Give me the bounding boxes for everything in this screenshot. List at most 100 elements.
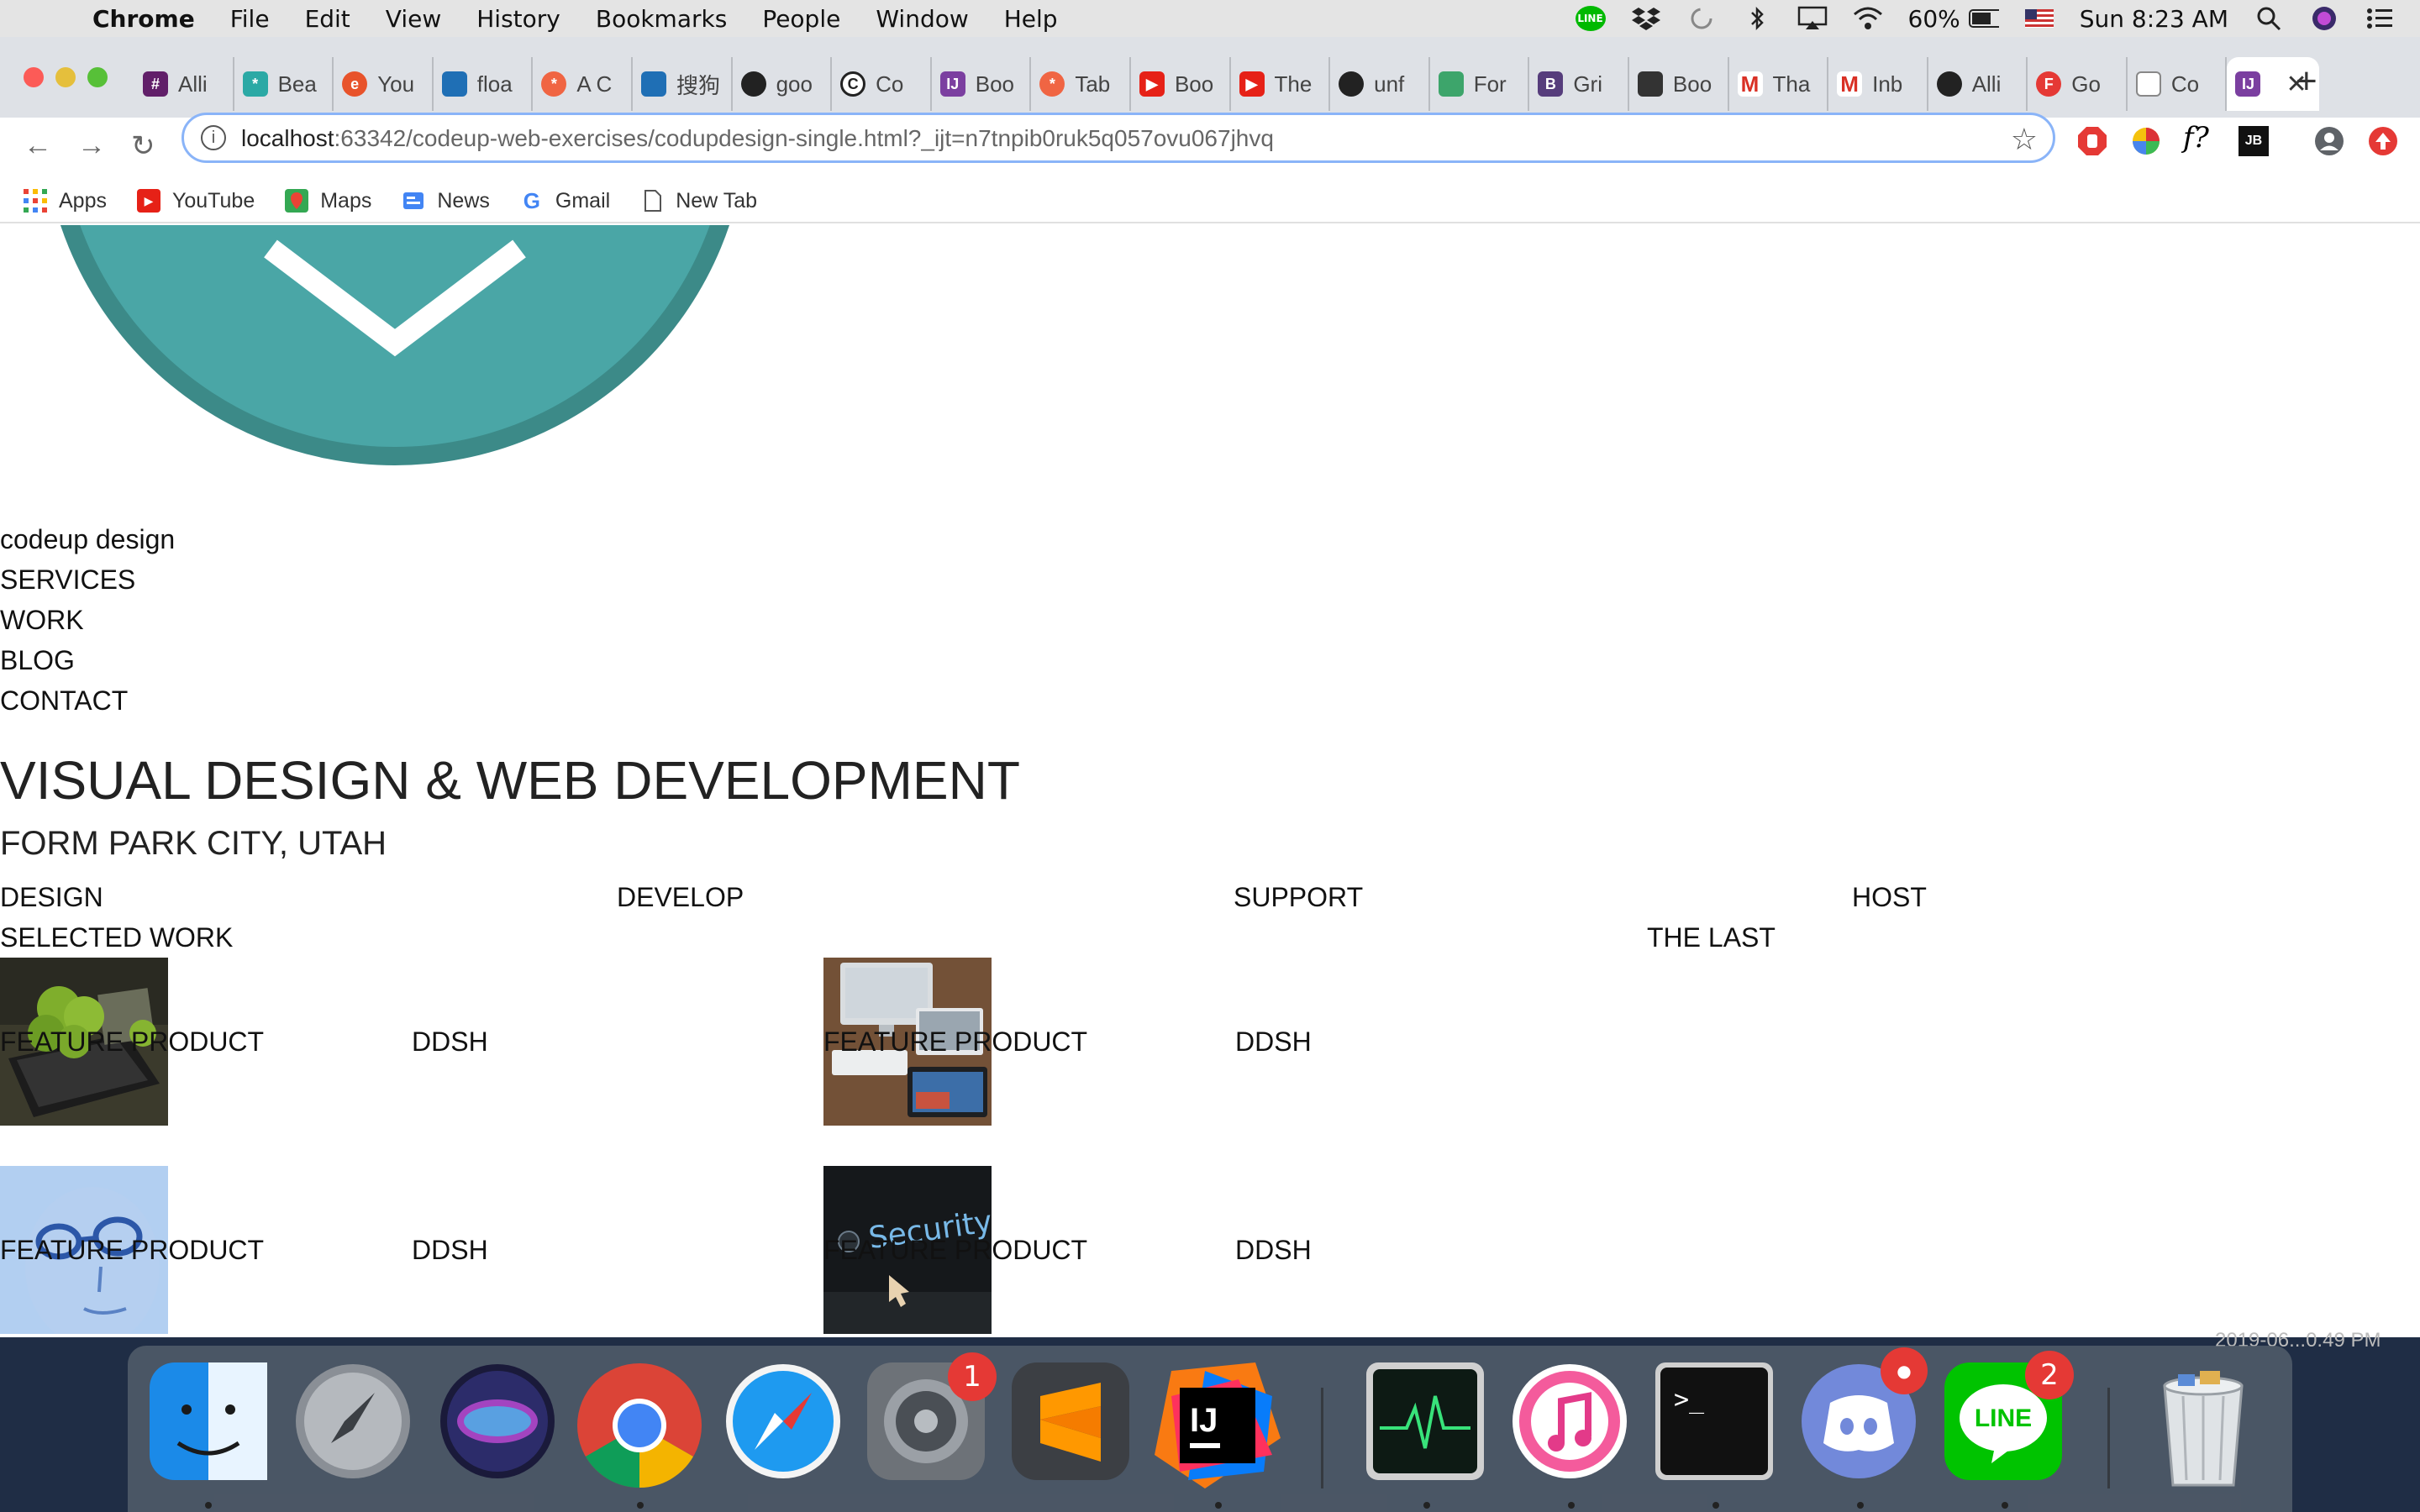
- siri-icon[interactable]: [439, 1362, 556, 1480]
- font-extension-icon[interactable]: f?: [2183, 121, 2213, 155]
- the-last-heading: THE LAST: [1647, 922, 1776, 953]
- tab[interactable]: # Alli: [134, 57, 234, 111]
- tab[interactable]: ▶ The: [1231, 57, 1331, 111]
- bookmark-label: News: [437, 188, 490, 213]
- favicon-icon: #: [143, 71, 168, 97]
- bookmark-youtube[interactable]: ▶ YouTube: [136, 188, 255, 213]
- new-tab-button[interactable]: +: [2296, 60, 2317, 102]
- tab[interactable]: * Tab: [1031, 57, 1131, 111]
- tab[interactable]: M Inb: [1828, 57, 1928, 111]
- update-chrome-icon[interactable]: [2368, 126, 2398, 156]
- reload-button[interactable]: ↻: [131, 129, 155, 163]
- product-title: FEATURE PRODUCT: [0, 1235, 265, 1265]
- url-text[interactable]: localhost:63342/codeup-web-exercises/cod…: [241, 125, 1274, 152]
- tab[interactable]: M Tha: [1729, 57, 1829, 111]
- bookmark-new-tab[interactable]: New Tab: [640, 189, 757, 213]
- tab[interactable]: Co: [2128, 57, 2228, 111]
- tab[interactable]: e You: [334, 57, 434, 111]
- menu-people[interactable]: People: [762, 5, 840, 33]
- dropbox-icon[interactable]: [1631, 6, 1661, 31]
- url-host: localhost: [241, 125, 334, 151]
- github-icon: [1936, 71, 1962, 97]
- gmail-icon: M: [1737, 71, 1763, 97]
- minimize-window-button[interactable]: [55, 67, 76, 87]
- nav-contact-link[interactable]: CONTACT: [0, 685, 128, 717]
- tab[interactable]: ▶ Boo: [1131, 57, 1231, 111]
- tab[interactable]: 搜狗: [633, 57, 733, 111]
- page-subheadline: FORM PARK CITY, UTAH: [0, 825, 387, 862]
- tab[interactable]: C Co: [832, 57, 932, 111]
- airplay-icon[interactable]: [1797, 6, 1828, 31]
- menu-app-chrome[interactable]: Chrome: [92, 5, 195, 33]
- tab[interactable]: IJ Boo: [932, 57, 1032, 111]
- address-bar[interactable]: i localhost:63342/codeup-web-exercises/c…: [182, 113, 2055, 163]
- tab[interactable]: Boo: [1629, 57, 1729, 111]
- bookmark-label: YouTube: [171, 188, 255, 213]
- tab[interactable]: * A C: [533, 57, 633, 111]
- brand-name[interactable]: codeup design: [0, 524, 175, 555]
- adblock-extension-icon[interactable]: [2077, 126, 2107, 156]
- tab[interactable]: For: [1430, 57, 1530, 111]
- product-title: FEATURE PRODUCT: [823, 1026, 1088, 1057]
- close-window-button[interactable]: [24, 67, 44, 87]
- intellij-idea-icon[interactable]: IJ: [1155, 1362, 1281, 1488]
- bluetooth-icon[interactable]: [1742, 6, 1772, 31]
- profile-avatar-icon[interactable]: [2314, 126, 2344, 156]
- itunes-icon[interactable]: [1511, 1362, 1628, 1480]
- tab-label: The: [1274, 71, 1313, 97]
- news-icon: [402, 189, 425, 213]
- tab[interactable]: F Go: [2028, 57, 2128, 111]
- site-info-icon[interactable]: i: [201, 125, 226, 150]
- macos-dock: 1 IJ >_ ● LINE 2: [128, 1346, 2292, 1512]
- nav-services-link[interactable]: SERVICES: [0, 564, 135, 596]
- trash-icon[interactable]: [2144, 1362, 2262, 1487]
- menu-help[interactable]: Help: [1004, 5, 1058, 33]
- notification-center-icon[interactable]: [2365, 6, 2395, 31]
- tab[interactable]: goo: [733, 57, 833, 111]
- sync-icon[interactable]: [1686, 6, 1717, 31]
- back-button[interactable]: ←: [24, 129, 52, 162]
- running-indicator: [1857, 1502, 1864, 1509]
- bootstrap-icon: B: [1538, 71, 1564, 97]
- bookmark-star-icon[interactable]: ☆: [2011, 122, 2038, 157]
- zoom-window-button[interactable]: [87, 67, 108, 87]
- tab[interactable]: * Bea: [234, 57, 334, 111]
- bookmark-news[interactable]: News: [402, 189, 490, 213]
- menu-bookmarks[interactable]: Bookmarks: [596, 5, 727, 33]
- siri-icon[interactable]: [2309, 6, 2339, 31]
- finder-icon[interactable]: [150, 1362, 267, 1480]
- wifi-icon[interactable]: [1853, 6, 1883, 31]
- menu-window[interactable]: Window: [876, 5, 968, 33]
- activity-monitor-icon[interactable]: [1366, 1362, 1484, 1480]
- google-icon: G: [523, 188, 540, 213]
- tab[interactable]: B Gri: [1529, 57, 1629, 111]
- safari-icon[interactable]: [724, 1362, 842, 1480]
- bookmark-maps[interactable]: Maps: [285, 189, 371, 213]
- spotlight-search-icon[interactable]: [2254, 6, 2284, 31]
- jetbrains-extension-icon[interactable]: JB: [2238, 126, 2269, 156]
- bookmark-apps[interactable]: Apps: [24, 189, 107, 213]
- nav-blog-link[interactable]: BLOG: [0, 645, 75, 676]
- bookmark-gmail[interactable]: G Gmail: [520, 189, 610, 213]
- forward-button[interactable]: →: [77, 129, 106, 162]
- terminal-icon[interactable]: >_: [1655, 1362, 1773, 1480]
- menu-history[interactable]: History: [476, 5, 560, 33]
- menubar-clock[interactable]: Sun 8:23 AM: [2080, 5, 2228, 33]
- battery-icon[interactable]: [1968, 6, 1999, 31]
- launchpad-icon[interactable]: [294, 1362, 412, 1480]
- nav-work-link[interactable]: WORK: [0, 605, 84, 636]
- sublime-text-icon[interactable]: [1012, 1362, 1129, 1480]
- tab[interactable]: floa: [434, 57, 534, 111]
- menu-view[interactable]: View: [386, 5, 441, 33]
- menu-edit[interactable]: Edit: [305, 5, 350, 33]
- running-indicator: [1423, 1502, 1430, 1509]
- maps-icon: [285, 189, 309, 213]
- tab[interactable]: unf: [1330, 57, 1430, 111]
- us-flag-icon[interactable]: [2024, 6, 2054, 31]
- tab-label: Inb: [1872, 71, 1903, 97]
- chrome-icon[interactable]: [576, 1362, 702, 1488]
- color-picker-extension-icon[interactable]: [2131, 126, 2161, 156]
- line-status-icon[interactable]: LINE: [1575, 6, 1606, 31]
- tab[interactable]: Alli: [1928, 57, 2028, 111]
- menu-file[interactable]: File: [230, 5, 270, 33]
